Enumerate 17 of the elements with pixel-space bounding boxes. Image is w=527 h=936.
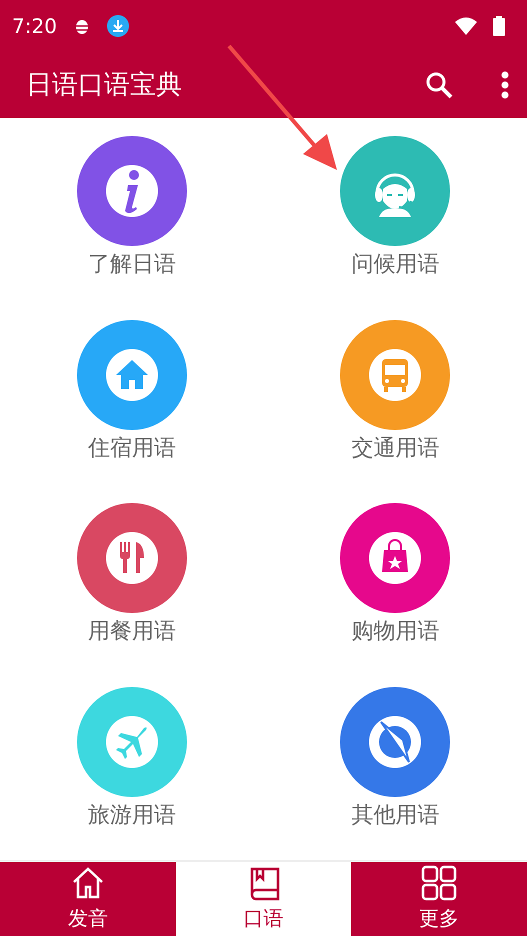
category-label: 问候用语	[351, 252, 440, 278]
category-label: 住宿用语	[88, 436, 176, 462]
category-label: 旅游用语	[88, 802, 176, 829]
category-label: 交通用语	[351, 436, 440, 462]
category-label: 购物用语	[351, 619, 440, 646]
download-icon	[106, 15, 129, 37]
category-label: 用餐用语	[88, 619, 176, 646]
status-time: 7:20	[12, 13, 57, 40]
search-icon[interactable]	[425, 71, 453, 99]
category-label: 其他用语	[351, 802, 440, 829]
grid-icon	[421, 865, 458, 901]
app-title: 日语口语宝典	[26, 68, 183, 102]
category-label: 了解日语	[88, 252, 176, 278]
wifi-icon	[455, 17, 477, 35]
nav-tab[interactable]: 口语	[176, 862, 352, 936]
battery-icon	[493, 16, 505, 36]
more-icon[interactable]	[501, 71, 509, 99]
